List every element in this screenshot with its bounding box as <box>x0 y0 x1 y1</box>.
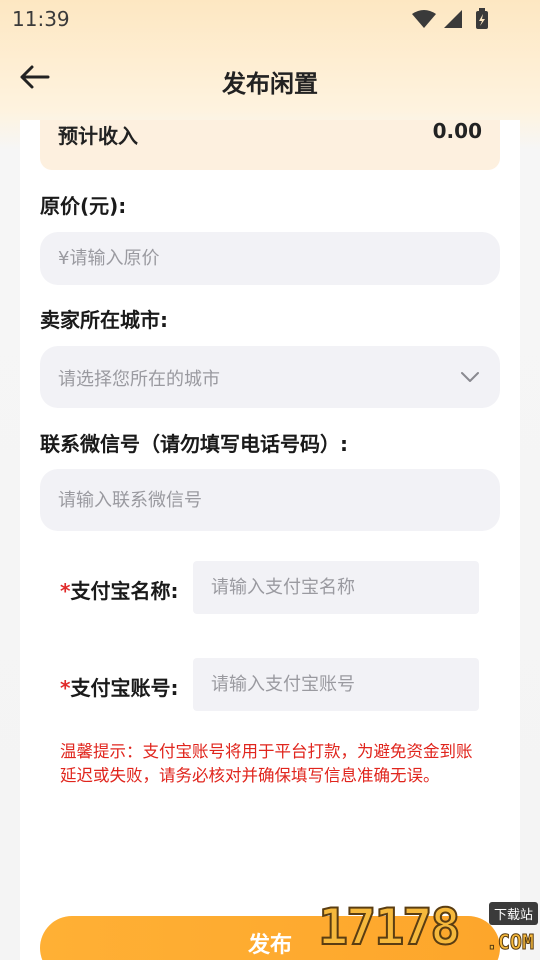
watermark-number: 17178 <box>317 897 462 957</box>
alipay-name-label: *支付宝名称: <box>60 575 178 604</box>
page-title: 发布闲置 <box>222 70 318 98</box>
header: 发布闲置 <box>0 36 540 120</box>
income-value: 0.00 <box>432 119 482 143</box>
income-summary: 预计收入 0.00 <box>40 119 500 170</box>
watermark-tag: 下载站 <box>488 902 538 925</box>
required-mark: * <box>60 676 71 700</box>
watermark-suffix: .COM <box>485 930 534 955</box>
original-price-input[interactable] <box>40 232 500 285</box>
wechat-label: 联系微信号（请勿填写电话号码）: <box>40 432 348 456</box>
original-price-label: 原价(元): <box>40 194 127 218</box>
watermark-logo: 17178 下载站 .COM <box>312 896 540 960</box>
wifi-icon <box>412 10 436 28</box>
alipay-account-label-text: 支付宝账号: <box>70 676 179 700</box>
alipay-name-label-text: 支付宝名称: <box>70 579 179 603</box>
alipay-account-label: *支付宝账号: <box>60 672 178 701</box>
required-mark: * <box>60 579 71 603</box>
form-card: 预计收入 0.00 原价(元): 卖家所在城市: 请选择您所在的城市 联系微信号… <box>20 119 520 960</box>
city-select-placeholder: 请选择您所在的城市 <box>58 369 220 390</box>
city-select[interactable]: 请选择您所在的城市 <box>40 346 500 408</box>
chevron-down-icon <box>461 372 479 382</box>
signal-icon <box>444 10 462 28</box>
income-label: 预计收入 <box>58 124 138 148</box>
alipay-account-input[interactable] <box>193 658 479 711</box>
wechat-input[interactable] <box>40 469 500 531</box>
status-icons <box>412 8 488 29</box>
battery-icon <box>476 8 488 29</box>
alipay-name-input[interactable] <box>193 561 479 614</box>
city-label: 卖家所在城市: <box>40 308 168 332</box>
status-time: 11:39 <box>12 7 70 31</box>
status-bar: 11:39 <box>0 0 540 36</box>
warning-notice: 温馨提示：支付宝账号将用于平台打款，为避免资金到账延迟或失败，请务必核对并确保填… <box>60 742 473 785</box>
